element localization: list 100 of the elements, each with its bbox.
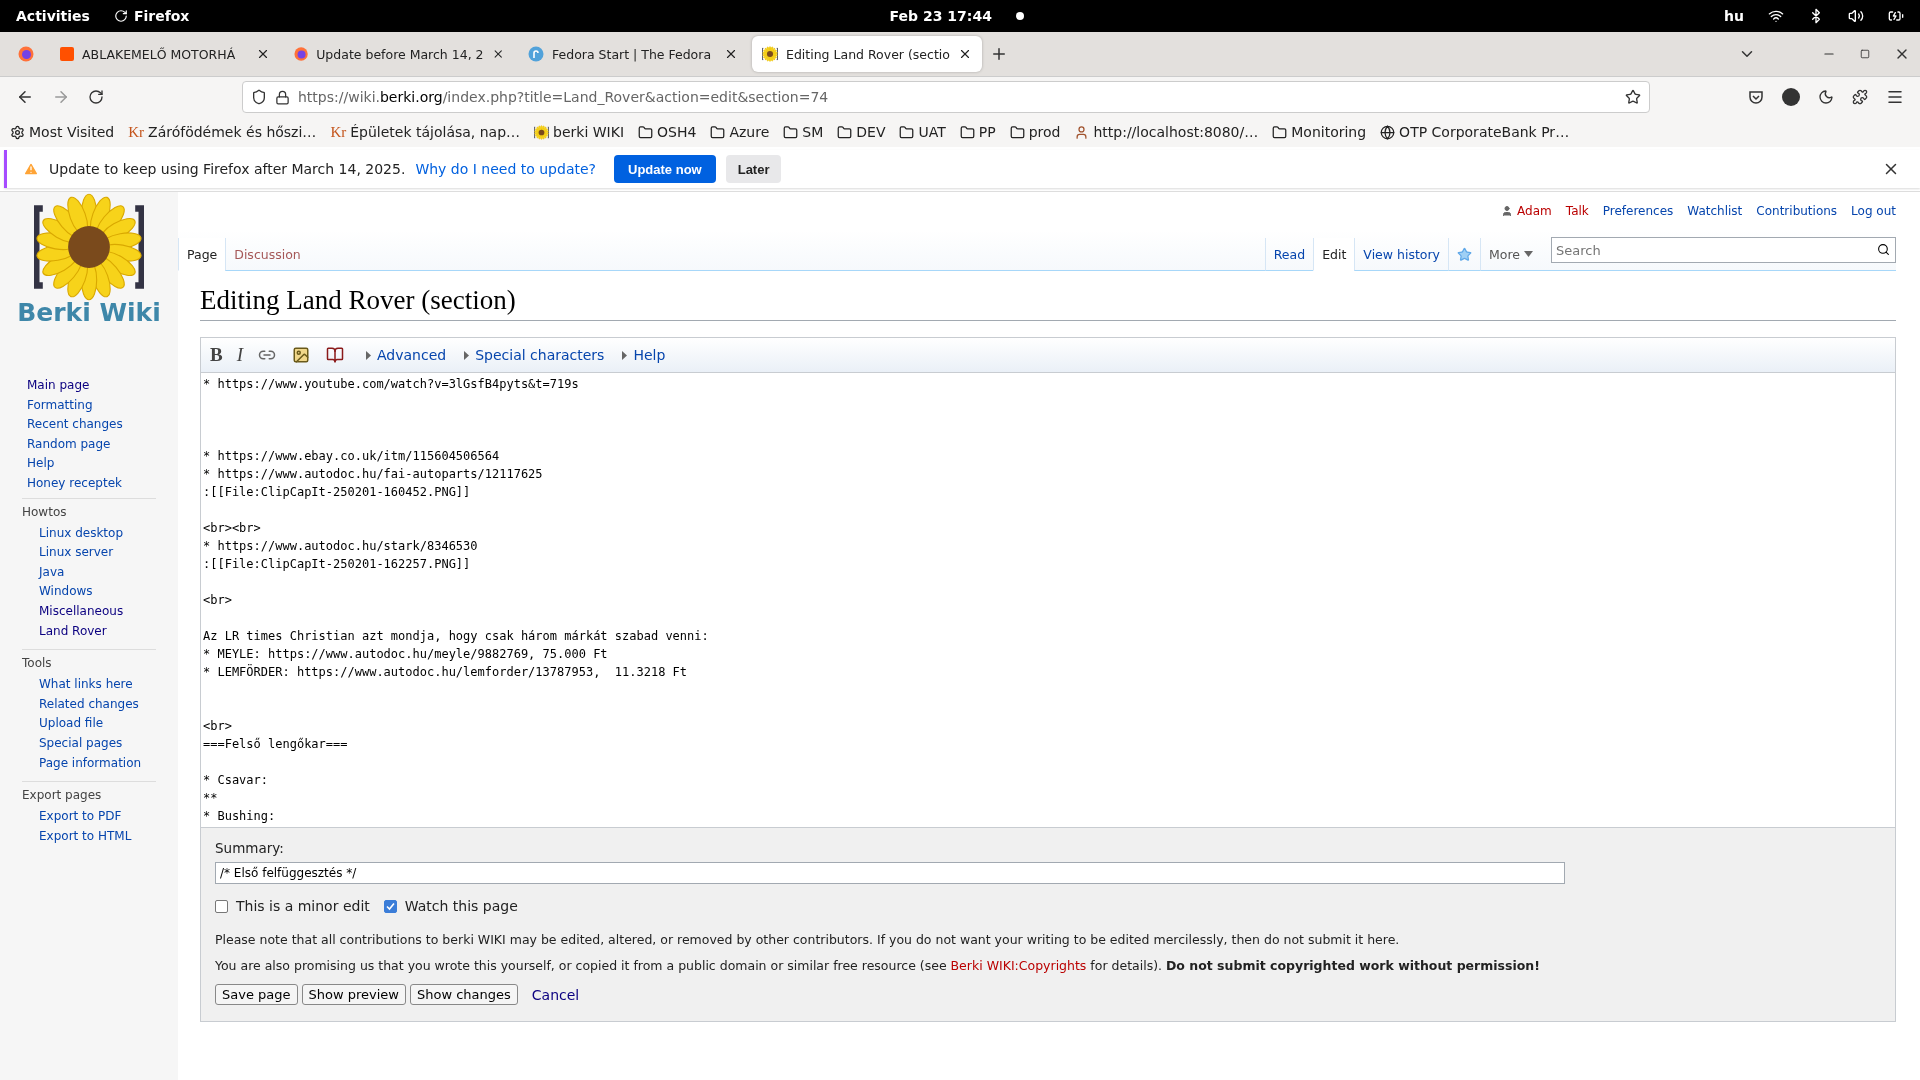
- italic-button[interactable]: I: [233, 344, 246, 366]
- user-link[interactable]: Watchlist: [1687, 204, 1743, 218]
- bookmark-item[interactable]: Kr Zárófödémek és hőszi…: [128, 123, 317, 141]
- form-button[interactable]: Save page: [215, 984, 298, 1005]
- checkbox[interactable]: [383, 899, 397, 913]
- bookmark-item[interactable]: OTP CorporateBank Pr…: [1380, 124, 1570, 140]
- sidebar-link[interactable]: Export to HTML: [39, 827, 156, 845]
- bold-button[interactable]: B: [207, 344, 226, 366]
- user-icon: [1501, 205, 1514, 217]
- sidebar-link[interactable]: Miscellaneous: [39, 602, 156, 620]
- bookmark-item[interactable]: Monitoring: [1272, 124, 1367, 140]
- bookmark-item[interactable]: OSH4: [638, 124, 697, 140]
- update-message: Update to keep using Firefox after March 14, 2025.: [49, 161, 406, 177]
- sidebar-link[interactable]: Main page: [27, 377, 178, 394]
- sidebar-link[interactable]: Linux desktop: [39, 524, 156, 542]
- sidebar-heading: Howtos: [22, 504, 68, 519]
- folder-icon: [710, 124, 726, 140]
- site-icon: Kr: [128, 123, 145, 141]
- account-icon: [1782, 88, 1800, 106]
- toolbar-section-link[interactable]: Special characters: [464, 347, 605, 363]
- search-icon[interactable]: [1877, 243, 1890, 256]
- shield-icon: [251, 89, 267, 105]
- sunflower-icon: [534, 124, 550, 140]
- sidebar-link[interactable]: Formatting: [27, 396, 178, 414]
- app-menu[interactable]: Firefox: [133, 8, 190, 24]
- form-button[interactable]: Show changes: [410, 984, 518, 1005]
- logo-text[interactable]: Berki Wiki: [17, 298, 161, 327]
- sidebar-link[interactable]: Help: [27, 455, 178, 472]
- browser-tab[interactable]: Update before March 14, 2: [284, 36, 514, 72]
- sidebar-link[interactable]: Windows: [39, 583, 156, 600]
- activities-button[interactable]: Activities: [16, 8, 90, 24]
- sidebar-link[interactable]: Random page: [27, 435, 178, 453]
- bookmark-star-icon[interactable]: [1625, 89, 1641, 105]
- sidebar-link[interactable]: Honey receptek: [27, 474, 178, 492]
- sidebar-link[interactable]: Export to PDF: [39, 808, 156, 825]
- summary-field[interactable]: /* Első felfüggesztés */: [215, 862, 1565, 884]
- user-link[interactable]: Log out: [1851, 204, 1896, 218]
- sidebar-link[interactable]: Page information: [39, 754, 156, 772]
- browser-tab[interactable]: Fedora Start | The Fedora: [518, 36, 748, 72]
- cancel-link[interactable]: Cancel: [531, 986, 580, 1003]
- bookmark-item[interactable]: PP: [959, 124, 996, 140]
- sidebar-link[interactable]: Java: [39, 563, 156, 581]
- update-info-link[interactable]: Why do I need to update?: [415, 161, 596, 177]
- view-tab[interactable]: Edit: [1313, 238, 1355, 271]
- star-icon: [1457, 246, 1472, 262]
- moon-icon: [1818, 89, 1834, 105]
- bookmark-item[interactable]: Azure: [710, 124, 770, 140]
- reload-icon: [88, 89, 104, 105]
- globe-icon: [1380, 124, 1396, 140]
- bookmark-item[interactable]: UAT: [899, 124, 946, 140]
- keyboard-layout[interactable]: hu: [1724, 8, 1744, 24]
- copyrights-link[interactable]: Berki WIKI:Copyrights: [950, 958, 1087, 973]
- bookmark-item[interactable]: SM: [783, 124, 824, 140]
- sidebar-link[interactable]: Upload file: [39, 715, 156, 732]
- page-tab[interactable]: Page: [178, 238, 226, 271]
- sidebar-link[interactable]: Land Rover: [39, 622, 156, 640]
- person-icon: [1074, 124, 1090, 140]
- user-link[interactable]: Adam: [1501, 204, 1552, 218]
- later-button[interactable]: Later: [725, 155, 782, 183]
- more-menu[interactable]: More: [1480, 238, 1541, 271]
- checkbox-label[interactable]: This is a minor edit: [236, 898, 370, 914]
- sidebar-link[interactable]: Linux server: [39, 544, 156, 561]
- user-link[interactable]: Contributions: [1756, 204, 1838, 218]
- page-tab[interactable]: Discussion: [225, 238, 309, 271]
- toolbar-section-link[interactable]: Advanced: [366, 347, 447, 363]
- folder-icon: [638, 124, 654, 140]
- update-now-button[interactable]: Update now: [614, 155, 716, 183]
- user-link[interactable]: Preferences: [1602, 204, 1674, 218]
- sidebar-link[interactable]: What links here: [39, 676, 156, 693]
- bookmark-item[interactable]: prod: [1009, 124, 1061, 140]
- notice-text: You are also promising us that you wrote this yourself, or copied it from a public domain or similar free resource (see Berki WIKI:Copyrights for details). Do not submit copyrighted work without permission!: [215, 957, 1541, 975]
- close-icon[interactable]: [724, 47, 738, 61]
- bookmark-item[interactable]: DEV: [837, 124, 886, 140]
- sidebar-link[interactable]: Recent changes: [27, 416, 178, 433]
- checkbox[interactable]: [215, 899, 228, 913]
- search-field[interactable]: Search: [1551, 237, 1896, 263]
- editor-textarea[interactable]: * https://www.youtube.com/watch?v=3lGsfB4pyts&t=719s * https://www.ebay.co.uk/itm/115604506564 * https://www.autodoc.hu/fai-autoparts/12117625 :[[File:ClipCapIt-250201-160452.PNG]] <br><br> * https://www.autodoc.hu/stark/8346530 :[[File:ClipCapIt-250201-162257.PNG]] <br> Az LR times Christian azt mondja, hogy csak három márkát szabad venni: * MEYLE: https://www.autodoc.hu/meyle/9882769, 75.000 Ft * LEMFÖRDER: https://www.autodoc.hu/lemforder/13787953, 11.3218 Ft <br> ===Felső lengőkar=== * Csavar: ** * Bushing:: [200, 372, 1896, 828]
- triangle-icon: [622, 350, 628, 360]
- bookmark-item[interactable]: http://localhost:8080/…: [1074, 124, 1259, 140]
- view-tab[interactable]: View history: [1354, 238, 1448, 271]
- checkbox-label[interactable]: Watch this page: [404, 898, 518, 914]
- bookmark-item[interactable]: berki WIKI: [534, 124, 625, 140]
- clock[interactable]: Feb 23 17:44: [889, 8, 992, 24]
- close-icon[interactable]: [958, 47, 972, 61]
- page-title: Editing Land Rover (section): [200, 285, 1896, 321]
- bookmark-item[interactable]: Kr Épületek tájolása, nap…: [330, 123, 521, 141]
- close-icon[interactable]: [256, 47, 270, 61]
- warning-icon: [23, 161, 39, 177]
- toolbar-section-link[interactable]: Help: [622, 347, 666, 363]
- form-button[interactable]: Show preview: [301, 984, 406, 1005]
- menu-icon: [1886, 88, 1904, 106]
- arrow-right-icon: [52, 88, 70, 106]
- user-link[interactable]: Talk: [1565, 204, 1589, 218]
- folder-icon: [899, 124, 915, 140]
- bookmark-item[interactable]: Most Visited: [10, 124, 115, 140]
- sidebar-link[interactable]: Related changes: [39, 695, 156, 713]
- address-bar[interactable]: https://wiki.berki.org/index.php?title=Land_Rover&action=edit&section=74: [242, 81, 1650, 113]
- browser-tab[interactable]: ABLAKEMELŐ MOTORHÁ: [50, 36, 280, 72]
- sidebar-link[interactable]: Special pages: [39, 734, 156, 752]
- browser-tab[interactable]: Editing Land Rover (sectio: [752, 36, 982, 72]
